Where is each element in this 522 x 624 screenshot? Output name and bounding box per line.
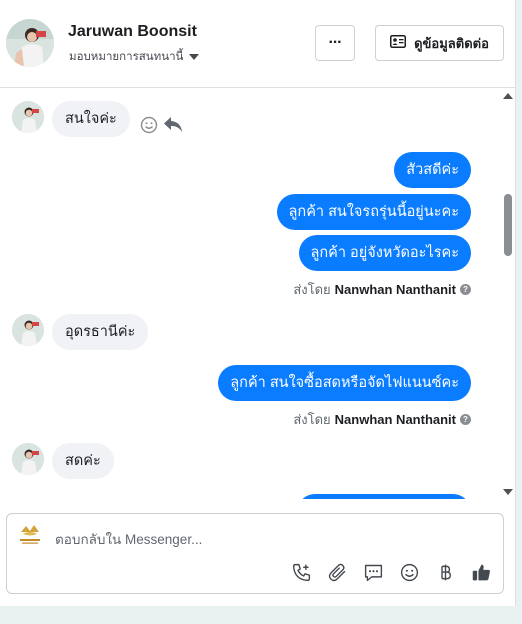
view-contact-info-button[interactable]: ดูข้อมูลติดต่อ — [375, 25, 504, 61]
message-list: สนใจค่ะ สัวสดีค่ะ ลูกค้า สนใจรถรุ่นนี้อย… — [0, 89, 502, 499]
reply-input[interactable]: ตอบกลับใน Messenger... — [55, 528, 202, 550]
help-icon[interactable]: ? — [460, 414, 471, 425]
contact-card-icon — [390, 35, 407, 51]
sent-by-label: ส่งโดย Nanwhan Nanthanit ? — [293, 279, 471, 300]
outgoing-message[interactable]: สัวสดีค่ะ — [394, 152, 471, 188]
scroll-down-arrow-icon[interactable] — [503, 489, 513, 495]
message-scrollbar[interactable] — [502, 89, 516, 499]
sender-name: Nanwhan Nanthanit — [334, 282, 456, 297]
help-icon[interactable]: ? — [460, 284, 471, 295]
outgoing-message-partial[interactable] — [297, 494, 471, 499]
react-emoji-icon[interactable] — [140, 116, 158, 139]
more-icon: ··· — [328, 34, 343, 51]
page-logo-icon — [17, 523, 43, 547]
attach-icon[interactable] — [325, 560, 349, 584]
chevron-down-icon — [189, 54, 200, 60]
contact-avatar-small — [12, 101, 44, 133]
incoming-message[interactable]: สนใจค่ะ — [52, 101, 130, 137]
phone-add-icon[interactable] — [289, 560, 313, 584]
conversation-panel: Jaruwan Boonsit มอบหมายการสนทนานี้ ··· ด… — [0, 0, 516, 606]
outgoing-message[interactable]: ลูกค้า สนใจซื้อสดหรือจัดไฟแนนซ์คะ — [218, 365, 471, 401]
incoming-message[interactable]: สดค่ะ — [52, 443, 114, 479]
contact-name[interactable]: Jaruwan Boonsit — [68, 23, 197, 41]
contact-avatar-small — [12, 443, 44, 475]
contact-avatar[interactable] — [6, 19, 54, 67]
incoming-message[interactable]: อุดรธานีค่ะ — [52, 314, 149, 350]
saved-reply-icon[interactable] — [361, 560, 385, 584]
assign-conversation-dropdown[interactable]: มอบหมายการสนทนานี้ — [69, 48, 200, 66]
view-contact-info-label: ดูข้อมูลติดต่อ — [414, 35, 489, 51]
outgoing-message[interactable]: ลูกค้า อยู่จังหวัดอะไรคะ — [298, 235, 471, 271]
sent-by-label: ส่งโดย Nanwhan Nanthanit ? — [293, 409, 471, 430]
assign-label: มอบหมายการสนทนานี้ — [69, 51, 184, 63]
reply-arrow-icon[interactable] — [163, 115, 183, 138]
sender-name: Nanwhan Nanthanit — [334, 412, 456, 427]
scroll-up-arrow-icon[interactable] — [503, 93, 513, 99]
conversation-header: Jaruwan Boonsit มอบหมายการสนทนานี้ ··· ด… — [0, 0, 516, 88]
outgoing-message[interactable]: ลูกค้า สนใจรถรุ่นนี้อยู่นะคะ — [276, 194, 471, 230]
contact-avatar-small — [12, 314, 44, 346]
baht-icon[interactable] — [433, 560, 457, 584]
reply-composer[interactable]: ตอบกลับใน Messenger... — [6, 513, 504, 594]
sent-by-prefix: ส่งโดย — [293, 282, 331, 297]
scrollbar-thumb[interactable] — [504, 194, 512, 256]
more-options-button[interactable]: ··· — [315, 25, 355, 61]
like-icon[interactable] — [469, 560, 493, 584]
emoji-icon[interactable] — [397, 560, 421, 584]
sent-by-prefix: ส่งโดย — [293, 412, 331, 427]
